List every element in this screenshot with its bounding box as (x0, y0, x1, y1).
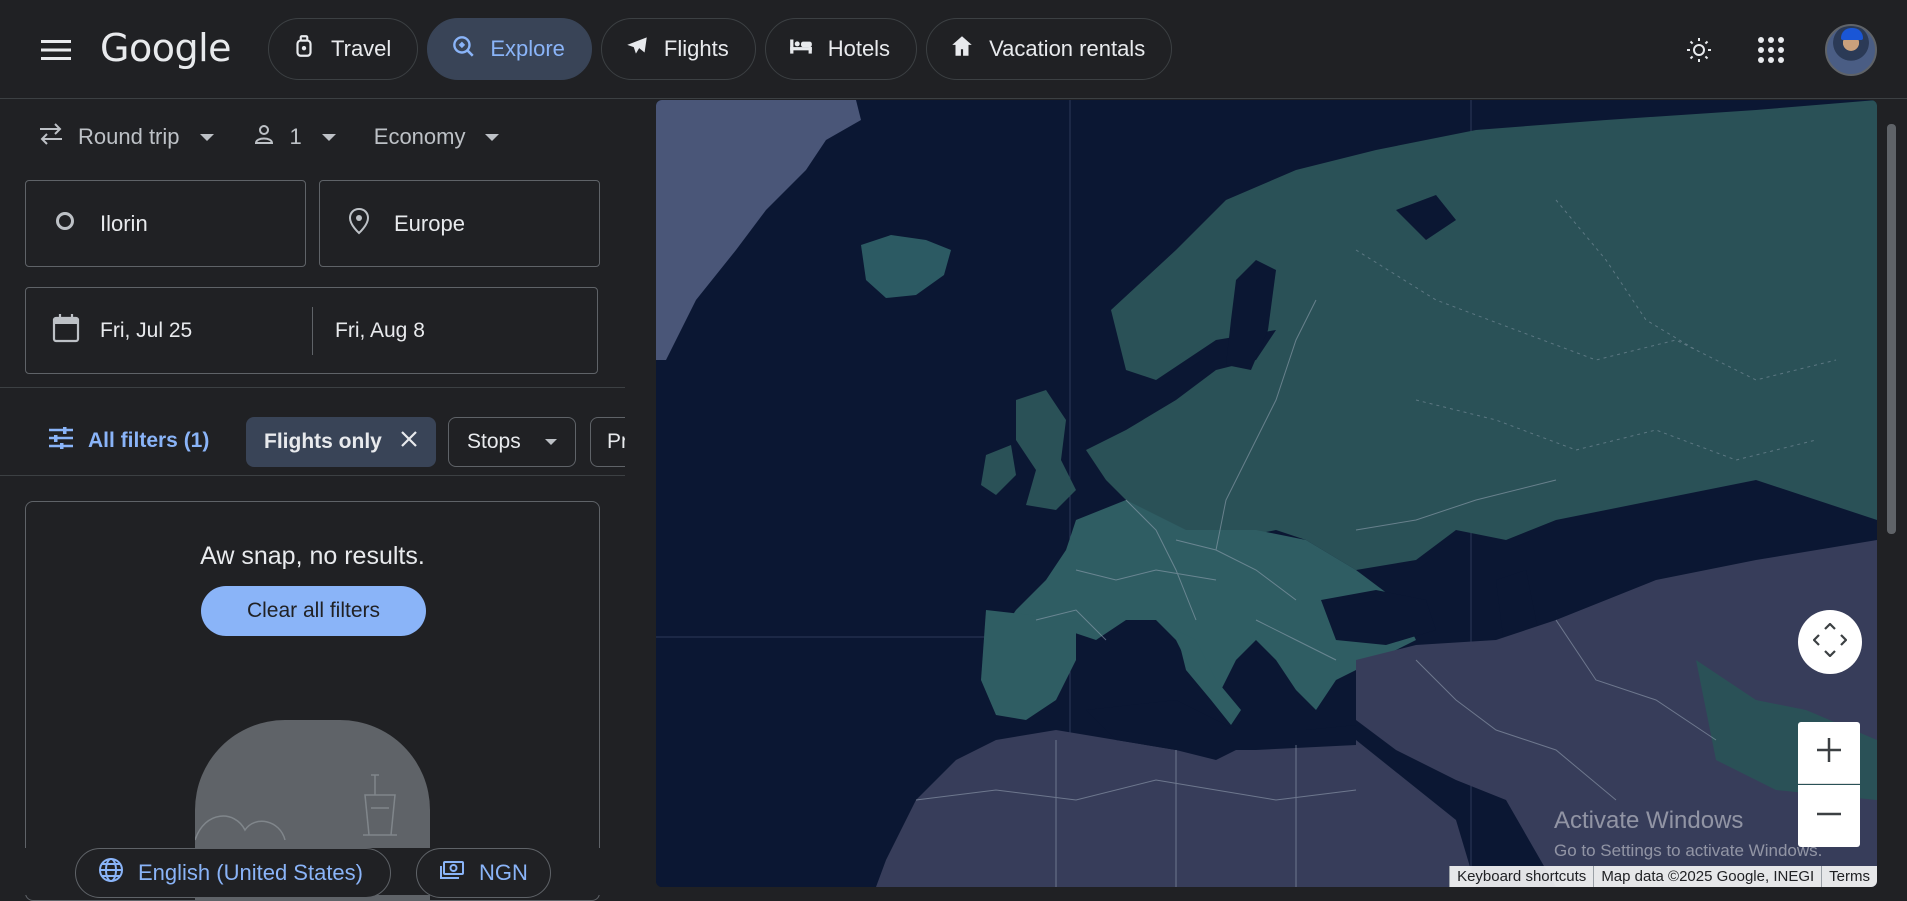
flights-only-filter-chip[interactable]: Flights only (246, 417, 436, 467)
page-scrollbar-thumb[interactable] (1887, 124, 1896, 534)
pan-arrows-icon (1812, 621, 1848, 662)
stops-label: Stops (467, 430, 521, 453)
filters-row: All filters (1) Flights only Stops Pr (0, 405, 625, 481)
cabin-class-select[interactable]: Economy (374, 124, 500, 150)
chevron-down-icon (485, 133, 500, 141)
all-filters-button[interactable]: All filters (1) (48, 427, 209, 455)
location-pin-icon (348, 207, 370, 241)
trip-type-select[interactable]: Round trip (38, 123, 214, 151)
search-panel: Round trip 1 Economy Ilorin Europe Fri, … (0, 100, 625, 901)
theme-toggle-sun-icon[interactable] (1681, 32, 1717, 68)
nav-vacation-rentals-chip[interactable]: Vacation rentals (926, 18, 1173, 80)
main-menu-icon[interactable] (36, 30, 76, 70)
language-label: English (United States) (138, 860, 363, 885)
chevron-down-icon (544, 439, 557, 445)
destination-input[interactable]: Europe (319, 180, 600, 267)
nav-travel-chip[interactable]: Travel (268, 18, 419, 80)
swap-arrows-icon (38, 123, 64, 151)
flights-only-label: Flights only (264, 430, 382, 453)
chevron-down-icon (321, 133, 336, 141)
recenter-map-button[interactable] (1798, 610, 1862, 674)
nav-flights-chip[interactable]: Flights (600, 18, 756, 80)
chevron-down-icon (199, 133, 214, 141)
map-attribution: Keyboard shortcuts Map data ©2025 Google… (1449, 866, 1877, 887)
google-apps-grid-icon[interactable] (1753, 32, 1789, 68)
watermark-title: Activate Windows (1554, 807, 1744, 834)
banknote-icon (439, 860, 465, 886)
calendar-icon (52, 313, 80, 349)
minus-icon (1815, 800, 1843, 833)
close-icon[interactable] (400, 430, 418, 454)
account-avatar[interactable] (1825, 24, 1877, 76)
departure-date-value: Fri, Jul 25 (100, 318, 193, 342)
divider (0, 387, 625, 388)
nav-hotels-chip[interactable]: Hotels (764, 18, 918, 80)
origin-value: Ilorin (100, 210, 148, 236)
zoom-out-button[interactable] (1798, 785, 1860, 847)
header-actions (1681, 24, 1877, 76)
return-date-value: Fri, Aug 8 (335, 318, 425, 342)
activate-windows-watermark: Activate Windows Go to Settings to activ… (1554, 807, 1822, 861)
price-filter-chip[interactable]: Pr (590, 417, 625, 467)
watermark-subtitle: Go to Settings to activate Windows. (1554, 841, 1823, 860)
price-label: Pr (607, 430, 625, 453)
destination-value: Europe (394, 210, 465, 236)
plus-icon (1815, 736, 1843, 769)
terms-link[interactable]: Terms (1821, 866, 1877, 887)
nav-travel-label: Travel (331, 36, 392, 61)
map-canvas[interactable] (656, 100, 1877, 887)
currency-label: NGN (479, 860, 528, 885)
house-icon (949, 33, 975, 65)
all-filters-label: All filters (1) (88, 429, 210, 452)
divider (0, 475, 625, 476)
nav-vacation-rentals-label: Vacation rentals (989, 36, 1146, 61)
nav-hotels-label: Hotels (827, 36, 891, 61)
stops-filter-chip[interactable]: Stops (448, 417, 576, 467)
trip-type-label: Round trip (78, 124, 180, 149)
no-results-message: Aw snap, no results. (200, 542, 425, 570)
currency-selector-button[interactable]: NGN (416, 848, 551, 898)
nav-explore-chip[interactable]: Explore (427, 18, 592, 80)
flight-icon (624, 33, 650, 65)
departure-date-field[interactable]: Fri, Jul 25 (26, 306, 313, 355)
trip-options-row: Round trip 1 Economy (38, 122, 500, 152)
top-app-bar: Google Travel Explore Flights Hotels Vac… (0, 0, 1907, 99)
nav-explore-label: Explore (490, 36, 565, 61)
return-date-field[interactable]: Fri, Aug 8 (313, 288, 425, 373)
explore-map[interactable]: Activate Windows Go to Settings to activ… (656, 100, 1877, 887)
date-range-picker: Fri, Jul 25 Fri, Aug 8 (25, 287, 598, 374)
travel-tag-icon (291, 33, 317, 65)
map-data-credit: Map data ©2025 Google, INEGI (1593, 866, 1822, 887)
globe-icon (98, 857, 124, 889)
passengers-select[interactable]: 1 (252, 122, 336, 152)
zoom-in-button[interactable] (1798, 722, 1860, 784)
explore-icon (450, 33, 476, 65)
origin-input[interactable]: Ilorin (25, 180, 306, 267)
cabin-class-label: Economy (373, 124, 466, 149)
person-icon (252, 122, 276, 152)
language-selector-button[interactable]: English (United States) (75, 848, 391, 898)
passengers-count: 1 (289, 124, 302, 149)
bed-icon (788, 33, 814, 65)
google-logo[interactable]: Google (100, 26, 232, 70)
origin-circle-icon (54, 210, 76, 238)
keyboard-shortcuts-link[interactable]: Keyboard shortcuts (1449, 866, 1594, 887)
product-nav: Travel Explore Flights Hotels Vacation r… (268, 18, 1173, 80)
tune-sliders-icon (48, 427, 74, 455)
results-card: Aw snap, no results. Clear all filters (25, 501, 600, 901)
clear-all-filters-button[interactable]: Clear all filters (201, 586, 426, 636)
nav-flights-label: Flights (663, 36, 729, 61)
